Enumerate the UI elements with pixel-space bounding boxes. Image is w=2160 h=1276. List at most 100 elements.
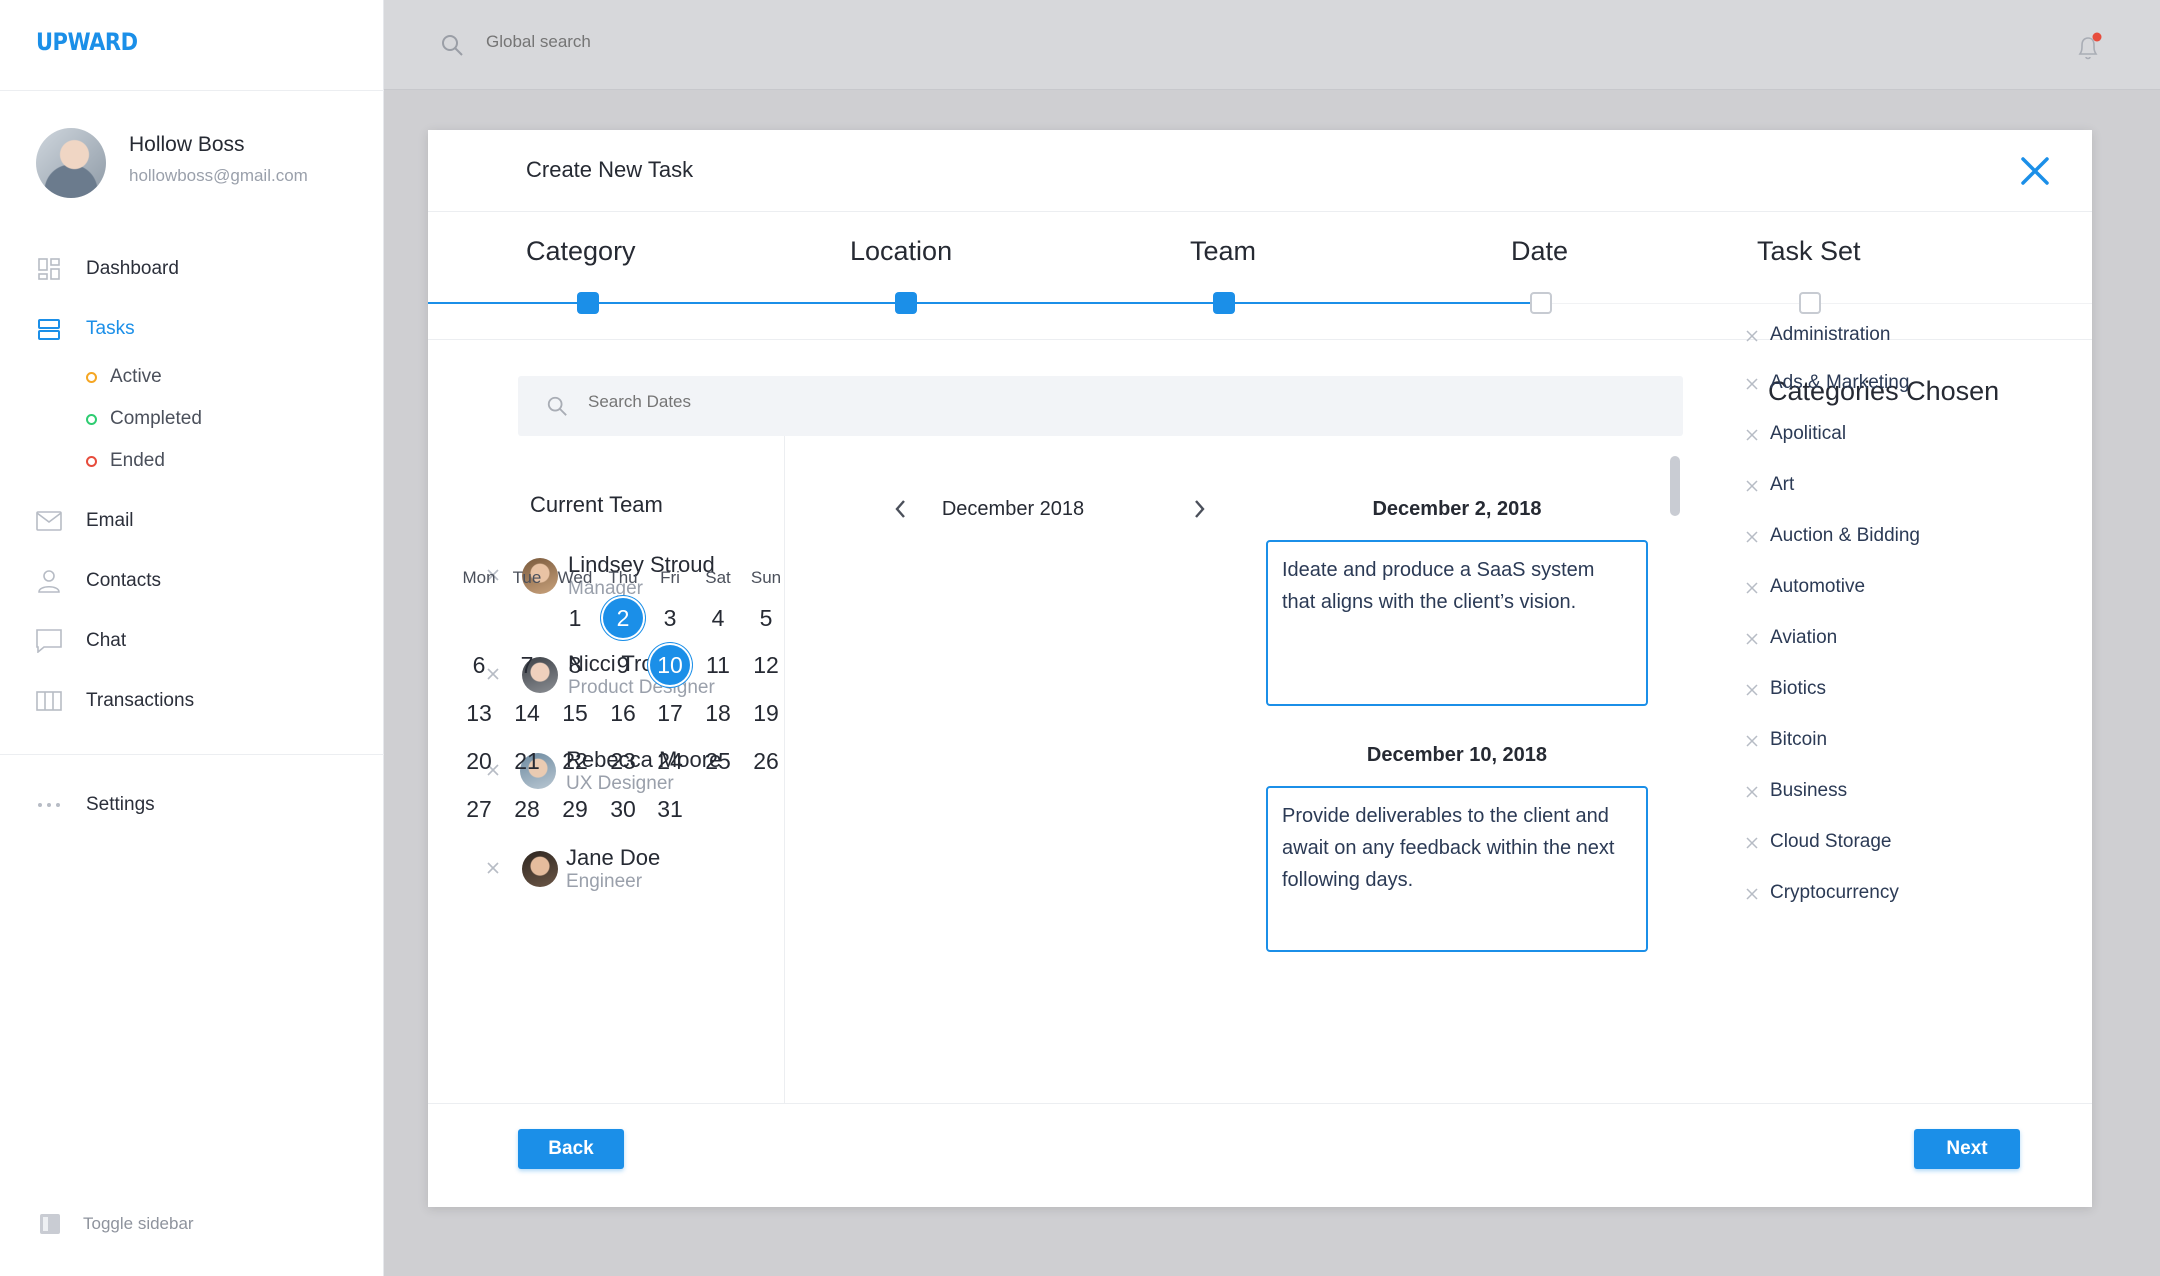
member-role: Product Designer bbox=[568, 677, 715, 698]
sidebar-item-contacts[interactable]: Contacts bbox=[36, 565, 161, 597]
remove-category-icon[interactable] bbox=[1746, 581, 1758, 594]
calendar-day[interactable]: 23 bbox=[603, 741, 643, 781]
remove-category-icon[interactable] bbox=[1746, 683, 1758, 696]
remove-category-icon[interactable] bbox=[1746, 785, 1758, 798]
create-task-modal: Create New Task Category Location Team D… bbox=[428, 130, 2092, 1207]
remove-category-icon[interactable] bbox=[1746, 329, 1758, 342]
next-button[interactable]: Next bbox=[1914, 1129, 2020, 1169]
status-dot-icon bbox=[86, 413, 97, 425]
category-label: Automotive bbox=[1770, 576, 1866, 597]
calendar-day[interactable]: 5 bbox=[746, 598, 786, 638]
calendar-day[interactable]: 14 bbox=[507, 693, 547, 733]
calendar-day[interactable]: 6 bbox=[459, 645, 499, 685]
remove-category-icon[interactable] bbox=[1746, 734, 1758, 747]
app-logo[interactable]: UPWARD bbox=[36, 28, 138, 56]
remove-category-icon[interactable] bbox=[1746, 836, 1758, 849]
remove-category-icon[interactable] bbox=[1746, 428, 1758, 441]
sidebar-subitem-active[interactable]: Active bbox=[86, 364, 162, 390]
sidebar-item-tasks[interactable]: Tasks bbox=[36, 313, 135, 345]
notification-bell-icon[interactable] bbox=[2074, 32, 2104, 67]
category-label: Business bbox=[1770, 780, 1848, 801]
calendar-month-label: December 2018 bbox=[941, 498, 1085, 520]
step-location-marker[interactable] bbox=[895, 292, 917, 314]
back-button[interactable]: Back bbox=[518, 1129, 624, 1169]
calendar-day[interactable]: 10 bbox=[650, 645, 690, 685]
sidebar-item-dashboard[interactable]: Dashboard bbox=[36, 253, 179, 285]
team-member: Jane Doe Engineer bbox=[486, 845, 776, 899]
status-dot-icon bbox=[86, 371, 97, 383]
category-item: Bitcoin bbox=[1746, 727, 1827, 753]
category-item: Cryptocurrency bbox=[1746, 880, 1899, 906]
global-search-input[interactable] bbox=[486, 32, 886, 52]
search-icon bbox=[440, 33, 464, 62]
step-location-label: Location bbox=[850, 236, 953, 266]
calendar-day[interactable]: 31 bbox=[650, 789, 690, 829]
category-item: Ads & Marketing bbox=[1746, 370, 1909, 396]
modal-title: Create New Task bbox=[526, 157, 694, 182]
calendar-day[interactable]: 3 bbox=[650, 598, 690, 638]
task-note-card[interactable]: Provide deliverables to the client and a… bbox=[1266, 786, 1648, 952]
remove-category-icon[interactable] bbox=[1746, 632, 1758, 645]
sidebar: UPWARD Hollow Boss hollowboss@gmail.com … bbox=[0, 0, 384, 1276]
category-label: Bitcoin bbox=[1770, 729, 1828, 750]
remove-member-icon[interactable] bbox=[486, 861, 500, 875]
calendar-day[interactable]: 2 bbox=[603, 598, 643, 638]
sidebar-item-transactions[interactable]: Transactions bbox=[36, 685, 194, 717]
calendar-day[interactable]: 19 bbox=[746, 693, 786, 733]
calendar-day[interactable]: 4 bbox=[698, 598, 738, 638]
calendar-weekday-label: Wed bbox=[557, 568, 593, 587]
category-item: Biotics bbox=[1746, 676, 1826, 702]
transactions-icon bbox=[36, 688, 62, 714]
sidebar-subitem-ended[interactable]: Ended bbox=[86, 448, 165, 474]
step-date-marker[interactable] bbox=[1530, 292, 1552, 314]
modal-divider bbox=[428, 211, 2092, 212]
calendar-day[interactable]: 28 bbox=[507, 789, 547, 829]
calendar-day[interactable]: 22 bbox=[555, 741, 595, 781]
category-label: Auction & Bidding bbox=[1770, 525, 1920, 546]
toggle-sidebar-button[interactable]: Toggle sidebar bbox=[40, 1214, 194, 1234]
calendar-day[interactable]: 15 bbox=[555, 693, 595, 733]
remove-category-icon[interactable] bbox=[1746, 887, 1758, 900]
close-icon[interactable] bbox=[2018, 154, 2052, 188]
task-note-card[interactable]: Ideate and produce a SaaS system that al… bbox=[1266, 540, 1648, 706]
calendar-weekday-label: Tue bbox=[512, 568, 542, 587]
remove-category-icon[interactable] bbox=[1746, 479, 1758, 492]
sidebar-subitem-completed[interactable]: Completed bbox=[86, 406, 202, 432]
calendar-day[interactable]: 16 bbox=[603, 693, 643, 733]
calendar-day[interactable]: 29 bbox=[555, 789, 595, 829]
notes-scrollbar[interactable] bbox=[1670, 456, 1680, 516]
step-team-marker[interactable] bbox=[1213, 292, 1235, 314]
category-label: Cryptocurrency bbox=[1770, 882, 1899, 903]
tasks-icon bbox=[36, 316, 62, 342]
category-item: Art bbox=[1746, 472, 1794, 498]
step-category-marker[interactable] bbox=[577, 292, 599, 314]
calendar-day[interactable]: 17 bbox=[650, 693, 690, 733]
sidebar-item-settings[interactable]: Settings bbox=[36, 789, 155, 821]
status-dot-icon bbox=[86, 455, 97, 467]
calendar-day[interactable]: 13 bbox=[459, 693, 499, 733]
remove-category-icon[interactable] bbox=[1746, 377, 1758, 390]
calendar-day[interactable]: 9 bbox=[603, 645, 643, 685]
calendar-day[interactable]: 18 bbox=[698, 693, 738, 733]
calendar-day[interactable]: 30 bbox=[603, 789, 643, 829]
sidebar-item-chat[interactable]: Chat bbox=[36, 625, 126, 657]
calendar-day[interactable]: 8 bbox=[555, 645, 595, 685]
avatar[interactable] bbox=[36, 128, 106, 198]
calendar-day[interactable]: 24 bbox=[650, 741, 690, 781]
calendar-day[interactable]: 11 bbox=[698, 645, 738, 685]
calendar-day[interactable]: 20 bbox=[459, 741, 499, 781]
calendar-day[interactable]: 7 bbox=[507, 645, 547, 685]
profile-name: Hollow Boss bbox=[129, 133, 245, 156]
search-dates-input[interactable] bbox=[588, 392, 1188, 412]
remove-category-icon[interactable] bbox=[1746, 530, 1758, 543]
calendar-day[interactable]: 12 bbox=[746, 645, 786, 685]
calendar-day[interactable]: 25 bbox=[698, 741, 738, 781]
calendar-day[interactable]: 21 bbox=[507, 741, 547, 781]
calendar-day[interactable]: 27 bbox=[459, 789, 499, 829]
avatar bbox=[522, 851, 558, 887]
calendar-day[interactable]: 1 bbox=[555, 598, 595, 638]
step-task-set-marker[interactable] bbox=[1799, 292, 1821, 314]
calendar-day[interactable]: 26 bbox=[746, 741, 786, 781]
next-month-button[interactable] bbox=[1188, 498, 1210, 520]
sidebar-item-email[interactable]: Email bbox=[36, 505, 134, 537]
